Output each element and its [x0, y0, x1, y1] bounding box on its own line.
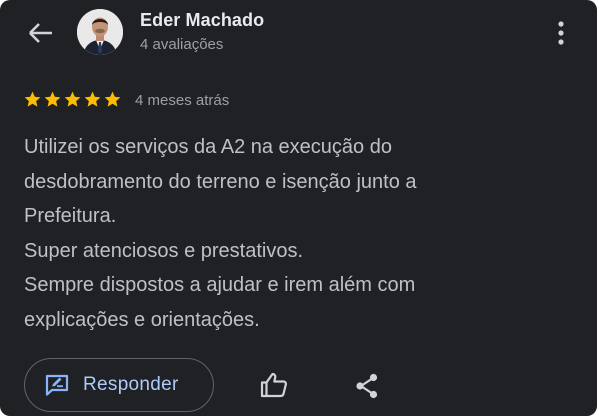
reply-button[interactable]: Responder [24, 358, 214, 412]
avatar[interactable] [77, 9, 123, 55]
review-text-line: Super atenciosos e prestativos. [24, 239, 304, 262]
review-text-line: Sempre dispostos a ajudar e irem além co… [24, 274, 416, 297]
review-card: Eder Machado 4 avaliações 4 meses atrás … [0, 0, 597, 416]
back-button[interactable] [24, 16, 58, 50]
more-options-button[interactable] [546, 16, 576, 50]
share-icon [356, 373, 378, 399]
review-text: Utilizei os serviços da A2 na execução d… [24, 130, 574, 338]
star-icon [84, 91, 101, 107]
thumb-up-icon [260, 372, 287, 398]
more-vert-icon [558, 21, 564, 45]
author-name[interactable]: Eder Machado [140, 10, 264, 31]
arrow-left-icon [29, 23, 52, 43]
like-button[interactable] [259, 371, 289, 399]
share-button[interactable] [354, 372, 380, 400]
star-icon [44, 91, 61, 107]
avatar-image [77, 9, 123, 55]
star-icon [24, 91, 41, 107]
review-text-line: Utilizei os serviços da A2 na execução d… [24, 136, 392, 158]
review-text-line: explicações e orientações. [24, 308, 260, 331]
reply-icon [45, 374, 69, 396]
star-rating [23, 90, 122, 109]
review-text-line: desdobramento do terreno e isenção junto… [24, 170, 417, 193]
review-count: 4 avaliações [140, 36, 224, 53]
review-text-line: Prefeitura. [24, 205, 117, 228]
star-icon [64, 91, 81, 107]
review-date: 4 meses atrás [135, 92, 230, 109]
star-icon [104, 91, 121, 107]
reply-button-label: Responder [83, 374, 179, 395]
